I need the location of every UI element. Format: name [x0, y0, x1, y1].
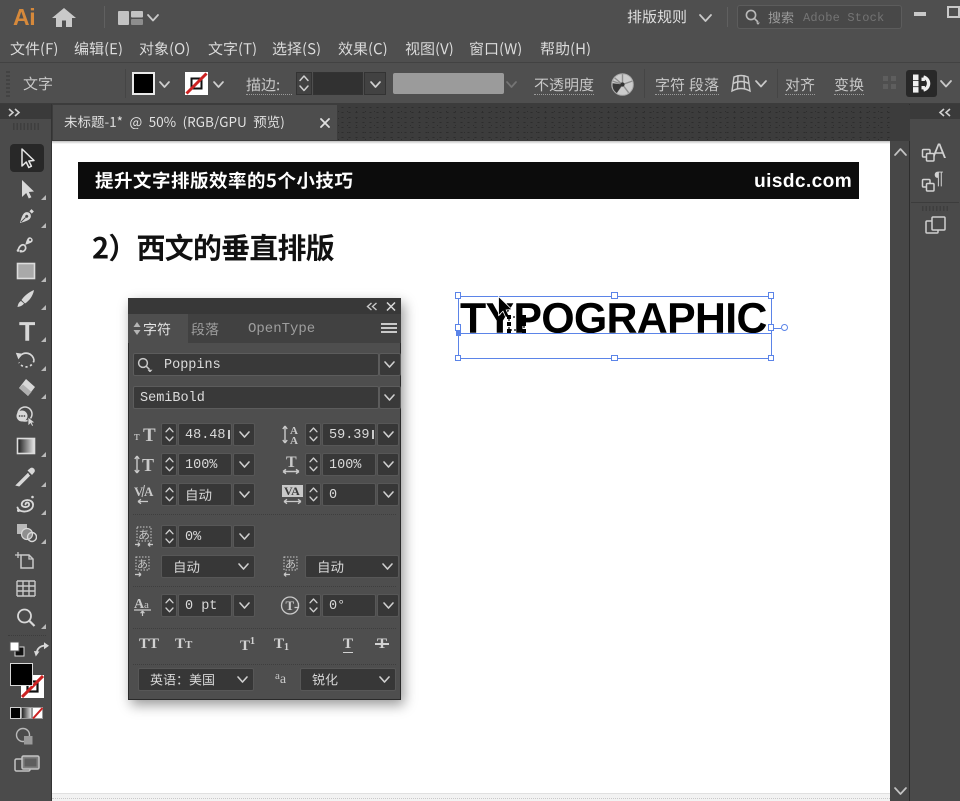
svg-text:T: T — [286, 454, 297, 471]
svg-text:VA: VA — [284, 484, 300, 498]
svg-text:A: A — [290, 435, 298, 445]
svg-text:T: T — [286, 598, 295, 613]
svg-text:A: A — [144, 484, 154, 499]
svg-text:a: a — [144, 599, 149, 611]
svg-text:т: т — [134, 428, 140, 443]
svg-text:T: T — [142, 455, 154, 475]
svg-text:T: T — [143, 426, 156, 443]
